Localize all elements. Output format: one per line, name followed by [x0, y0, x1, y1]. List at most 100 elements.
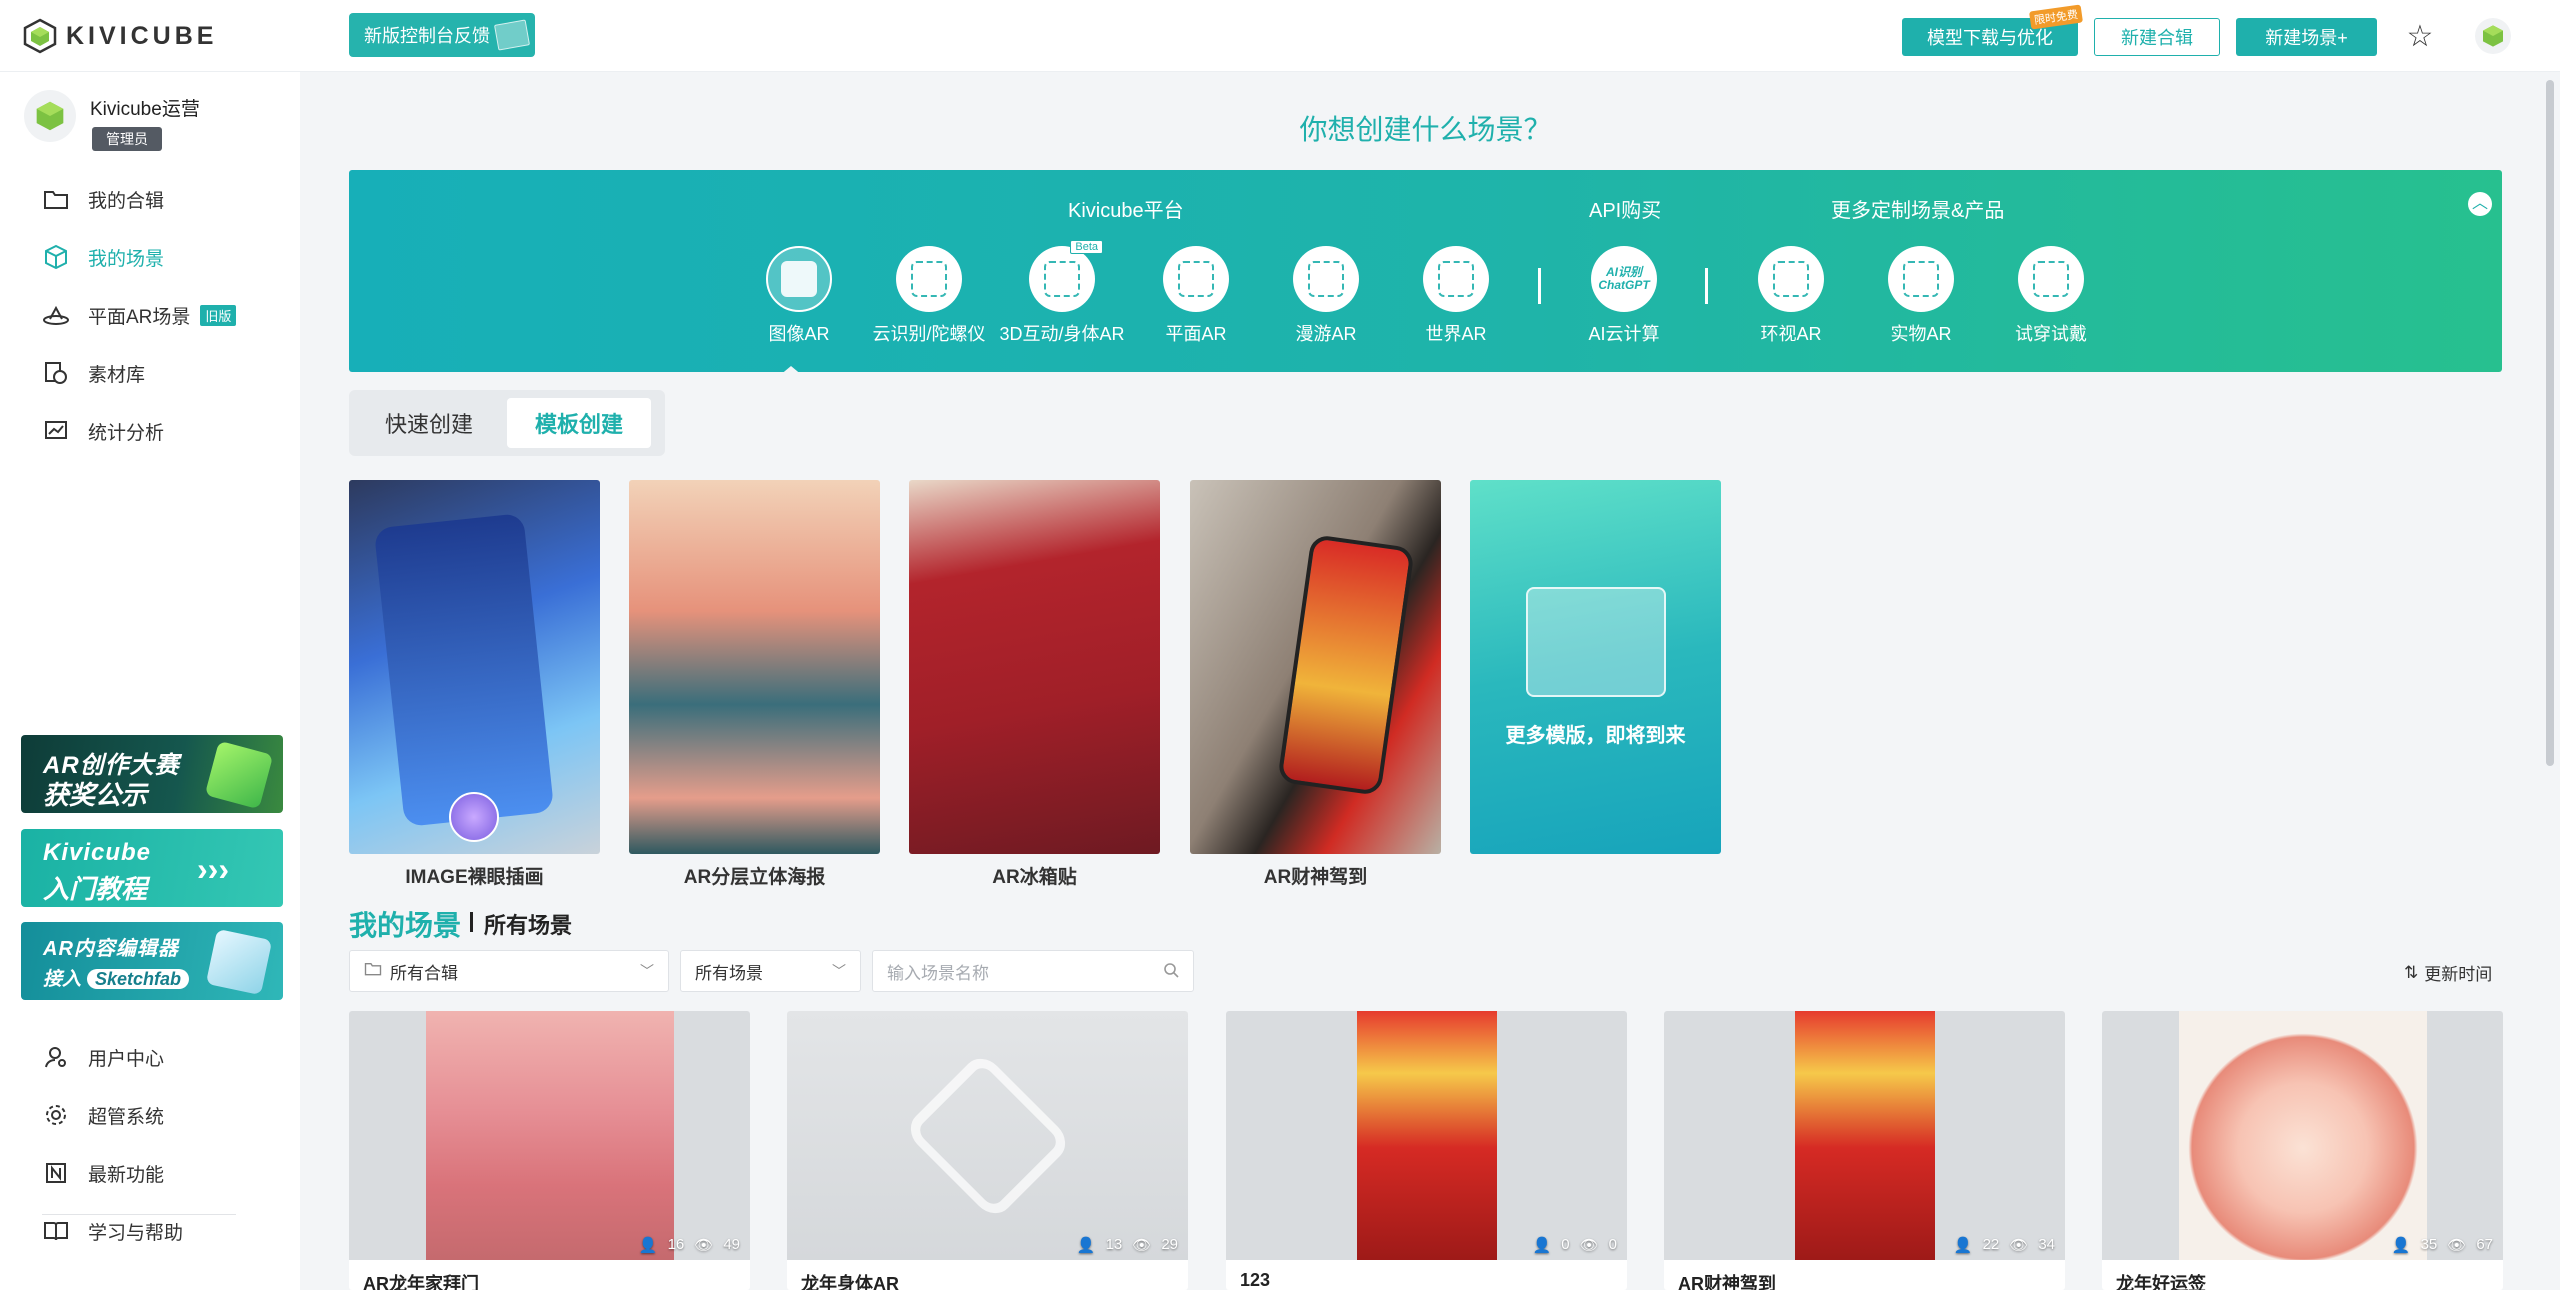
scene-type-ai-cloud[interactable]: AI识别 ChatGPT AI云计算 [1559, 246, 1689, 346]
star-favorite-icon[interactable]: ☆ [2405, 22, 2435, 52]
scene-type-body-ar[interactable]: Beta 3D互动/身体AR [997, 240, 1127, 346]
plane-ar-icon [1163, 246, 1229, 312]
scene-type-label: AI云计算 [1588, 324, 1660, 344]
template-card[interactable]: IMAGE裸眼插画 [349, 480, 600, 889]
scene-type-object-ar[interactable]: 实物AR [1856, 246, 1986, 346]
settings-icon [42, 1101, 70, 1129]
scene-card[interactable]: 👤 16 👁 49 AR龙年家拜门 [349, 1011, 750, 1290]
scene-type-plane-ar[interactable]: 平面AR [1131, 246, 1261, 346]
view-count: 0 [1608, 1236, 1617, 1253]
scene-type-select[interactable]: 所有场景 ﹀ [680, 950, 861, 992]
kivicube-logo[interactable]: KIVICUBE [22, 18, 217, 54]
sidebar-item-plane-ar[interactable]: 平面AR场景 旧版 [0, 286, 300, 344]
user-count: 13 [1105, 1236, 1123, 1253]
model-download-button[interactable]: 模型下载与优化 限时免费 [1902, 4, 2083, 56]
body-ar-icon: Beta [1029, 240, 1103, 312]
cube-icon [42, 243, 70, 271]
sidebar-item-statistics[interactable]: 统计分析 [0, 402, 300, 460]
sidebar-item-label: 最新功能 [88, 1164, 165, 1186]
promo-banner-tutorial[interactable]: Kivicube 入门教程 ››› [21, 829, 283, 907]
sort-by-update-time[interactable]: ⇅ 更新时间 [2404, 960, 2492, 985]
tab-template-create[interactable]: 模板创建 [507, 398, 652, 448]
scene-type-label: 平面AR [1165, 324, 1227, 344]
scene-search-input[interactable]: 输入场景名称 [872, 950, 1194, 992]
sidebar-divider [42, 1214, 236, 1215]
scene-card[interactable]: 👤 35 👁 67 龙年好运签 [2102, 1011, 2503, 1290]
scene-type-surround-ar[interactable]: 环视AR [1726, 246, 1856, 346]
user-count-icon: 👤 [638, 1237, 658, 1254]
sidebar-item-user-center[interactable]: 用户中心 [0, 1028, 300, 1086]
user-count: 35 [2420, 1236, 2438, 1253]
scene-thumbnail: 👤 22 👁 34 [1664, 1011, 2065, 1260]
feedback-button[interactable]: 新版控制台反馈 [349, 13, 535, 57]
sidebar-nav: 我的合辑 我的场景 平面AR场景 旧版 素材库 统计分析 [0, 170, 300, 460]
my-scenes-title: 我的场景 [349, 910, 462, 941]
scene-card[interactable]: 👤 0 👁 0 123 [1226, 1011, 1627, 1290]
sidebar-item-my-collections[interactable]: 我的合辑 [0, 170, 300, 228]
view-count: 49 [723, 1236, 740, 1253]
promo-banner-sketchfab[interactable]: AR内容编辑器 接入 Sketchfab [21, 922, 283, 1000]
user-name: Kivicube运营 [90, 99, 200, 120]
template-thumbnail [1190, 480, 1441, 854]
tab-quick-create[interactable]: 快速创建 [357, 398, 501, 448]
play-dot-icon [449, 792, 499, 842]
template-label: AR财神驾到 [1263, 867, 1368, 888]
scene-type-cloud-recognition[interactable]: 云识别/陀螺仪 [864, 246, 994, 346]
image-ar-icon [766, 246, 832, 312]
active-type-pointer [779, 366, 803, 376]
scene-type-label: 环视AR [1760, 324, 1822, 344]
folder-icon [42, 185, 70, 213]
scene-card[interactable]: 👤 13 👁 29 龙年身体AR [787, 1011, 1188, 1290]
sidebar-item-learning-help[interactable]: 学习与帮助 [0, 1202, 300, 1260]
template-card[interactable]: AR分层立体海报 [629, 480, 880, 889]
scene-type-label: 图像AR [768, 324, 830, 344]
search-icon[interactable] [1163, 962, 1179, 981]
ai-chatgpt-icon: AI识别 ChatGPT [1591, 246, 1657, 312]
user-profile[interactable]: Kivicube运营 管理员 [24, 90, 200, 151]
sidebar-item-admin-system[interactable]: 超管系统 [0, 1086, 300, 1144]
sidebar-item-label: 用户中心 [88, 1048, 165, 1070]
old-version-tag: 旧版 [200, 304, 237, 326]
scene-type-world-ar[interactable]: 世界AR [1391, 246, 1521, 346]
collapse-chevron-up-icon[interactable]: ︿ [2468, 192, 2492, 216]
sidebar-bottom-nav: 用户中心 超管系统 最新功能 学习与帮助 [0, 1028, 300, 1260]
account-avatar[interactable] [2475, 18, 2511, 54]
page-scrollbar[interactable] [2546, 80, 2554, 766]
create-mode-tabs: 快速创建 模板创建 [349, 390, 665, 456]
template-card[interactable]: AR冰箱贴 [909, 480, 1160, 889]
promo-line2-wrap: 接入 Sketchfab [43, 964, 190, 991]
template-label: AR冰箱贴 [992, 867, 1077, 888]
template-thumbnail [629, 480, 880, 854]
sort-label: 更新时间 [2424, 965, 2493, 984]
scene-type-banner: Kivicube平台 API购买 更多定制场景&产品 ︿ 图像AR 云识别/陀螺… [349, 170, 2502, 376]
scene-type-roaming-ar[interactable]: 漫游AR [1261, 246, 1391, 346]
new-scene-button[interactable]: 新建场景+ [2236, 18, 2377, 56]
material-icon [42, 359, 70, 387]
promo-banner-contest[interactable]: AR创作大赛 获奖公示 [21, 735, 283, 813]
template-coming-soon: 更多模版，即将到来 [1470, 480, 1721, 854]
template-card[interactable]: AR财神驾到 [1190, 480, 1441, 889]
template-label: AR分层立体海报 [683, 867, 826, 888]
ai-icon-text2: ChatGPT [1598, 278, 1650, 292]
scene-image [1794, 1011, 1935, 1260]
group-separator [1538, 268, 1541, 304]
user-icon [42, 1043, 70, 1071]
sidebar-item-material-library[interactable]: 素材库 [0, 344, 300, 402]
view-count-icon: 👁 [1579, 1237, 1599, 1254]
user-count: 16 [667, 1236, 685, 1253]
promo-line2: 获奖公示 [43, 780, 148, 810]
scene-stats: 👤 22 👁 34 [1954, 1236, 2055, 1254]
view-count-icon: 👁 [694, 1237, 714, 1254]
top-bar: KIVICUBE 新版控制台反馈 模型下载与优化 限时免费 新建合辑 新建场景+… [0, 0, 2560, 72]
promo-line2: 入门教程 [43, 874, 148, 904]
scene-type-image-ar[interactable]: 图像AR [734, 246, 864, 346]
scene-type-try-on[interactable]: 试穿试戴 [1986, 246, 2116, 346]
new-collection-button[interactable]: 新建合辑 [2094, 18, 2220, 56]
sidebar-item-latest-features[interactable]: 最新功能 [0, 1144, 300, 1202]
book-icon [42, 1217, 70, 1245]
logo-cube-icon [23, 18, 57, 54]
sidebar-item-my-scenes[interactable]: 我的场景 [0, 228, 300, 286]
scene-card[interactable]: 👤 22 👁 34 AR财神驾到 [1664, 1011, 2065, 1290]
sketchfab-badge: Sketchfab [87, 969, 190, 989]
collection-select[interactable]: 所有合辑 ﹀ [349, 950, 669, 992]
